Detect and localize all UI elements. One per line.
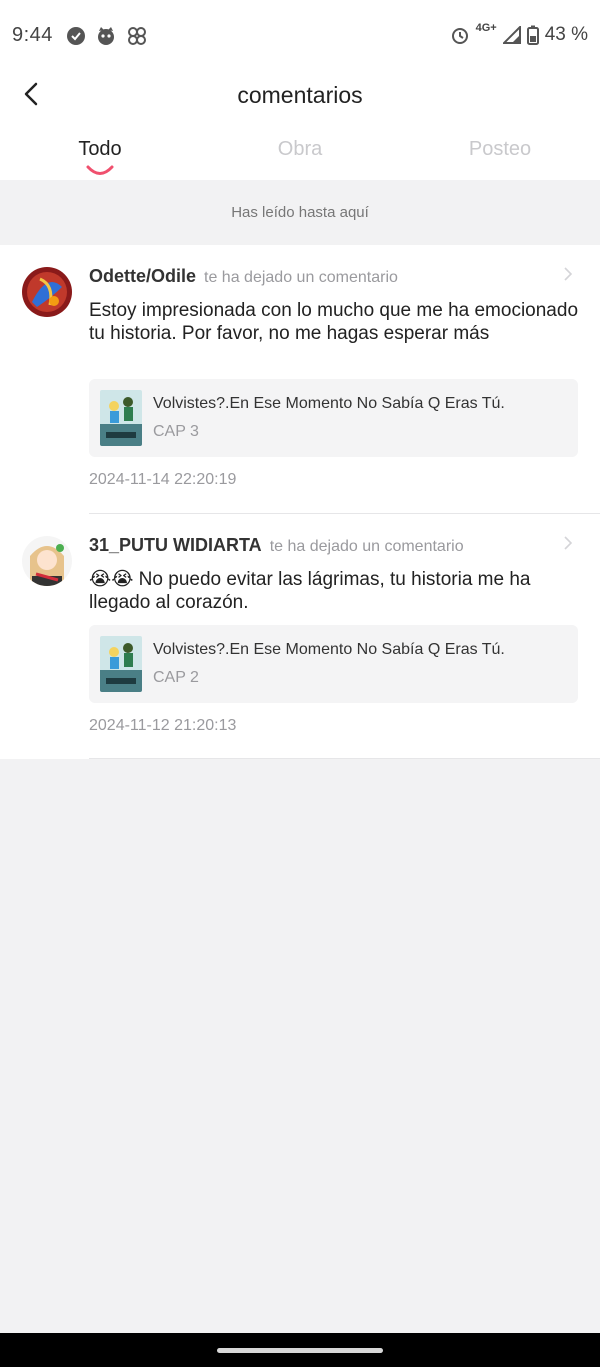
read-marker: Has leído hasta aquí — [0, 180, 600, 245]
work-card[interactable]: Volvistes?.En Ese Momento No Sabía Q Era… — [89, 379, 578, 457]
timestamp: 2024-11-12 21:20:13 — [89, 717, 237, 734]
username[interactable]: 31_PUTU WIDIARTA te ha dejado un comentar… — [89, 535, 464, 556]
chevron-right-icon[interactable] — [562, 536, 574, 550]
avatar[interactable] — [22, 536, 72, 586]
alarm-icon — [451, 28, 468, 44]
work-cover-image — [100, 390, 142, 446]
avatar[interactable] — [22, 267, 72, 317]
system-nav-bar — [0, 1333, 600, 1367]
username[interactable]: Odette/Odile te ha dejado un comentario — [89, 266, 398, 287]
username-text: 31_PUTU WIDIARTA — [89, 535, 262, 555]
notification-list: Odette/Odile te ha dejado un comentario E… — [0, 245, 600, 759]
action-text: te ha dejado un comentario — [204, 269, 398, 286]
divider — [89, 758, 600, 759]
status-right: 4G+ 43 % — [450, 22, 588, 46]
comment-text: 😭😭 No puedo evitar las lágrimas, tu hist… — [89, 569, 531, 613]
network-type: 4G+ — [475, 22, 497, 34]
work-title: Volvistes?.En Ese Momento No Sabía Q Era… — [153, 395, 505, 412]
pinwheel-icon — [128, 27, 146, 45]
comment-text: Estoy impresionada con lo mucho que me h… — [89, 300, 579, 344]
home-gesture-bar[interactable] — [217, 1348, 383, 1353]
cat-face-icon — [98, 27, 114, 45]
work-title: Volvistes?.En Ese Momento No Sabía Q Era… — [153, 641, 505, 658]
chapter-label: CAP 3 — [153, 423, 199, 440]
list-item[interactable]: 31_PUTU WIDIARTA te ha dejado un comentar… — [0, 514, 600, 759]
page-title: comentarios — [237, 82, 363, 108]
work-card[interactable]: Volvistes?.En Ese Momento No Sabía Q Era… — [89, 625, 578, 703]
tab-obra[interactable]: Obra — [200, 138, 400, 161]
status-bar: 9:44 4G+ 43 % — [0, 0, 600, 70]
list-item[interactable]: Odette/Odile te ha dejado un comentario E… — [0, 245, 600, 514]
check-circle-icon — [67, 27, 85, 45]
battery-percent: 43 % — [544, 24, 588, 45]
timestamp: 2024-11-14 22:20:19 — [89, 471, 237, 488]
app-header: comentarios Todo Obra Posteo — [0, 70, 600, 180]
username-text: Odette/Odile — [89, 266, 197, 286]
status-time: 9:44 — [12, 24, 53, 46]
active-tab-indicator — [86, 165, 114, 175]
chevron-right-icon[interactable] — [562, 267, 574, 281]
signal-icon — [502, 26, 521, 44]
work-cover-image — [100, 636, 142, 692]
action-text: te ha dejado un comentario — [269, 538, 464, 555]
tab-todo[interactable]: Todo — [0, 138, 200, 161]
battery-icon — [526, 25, 539, 45]
chapter-label: CAP 2 — [153, 669, 199, 686]
tab-posteo[interactable]: Posteo — [400, 138, 600, 161]
